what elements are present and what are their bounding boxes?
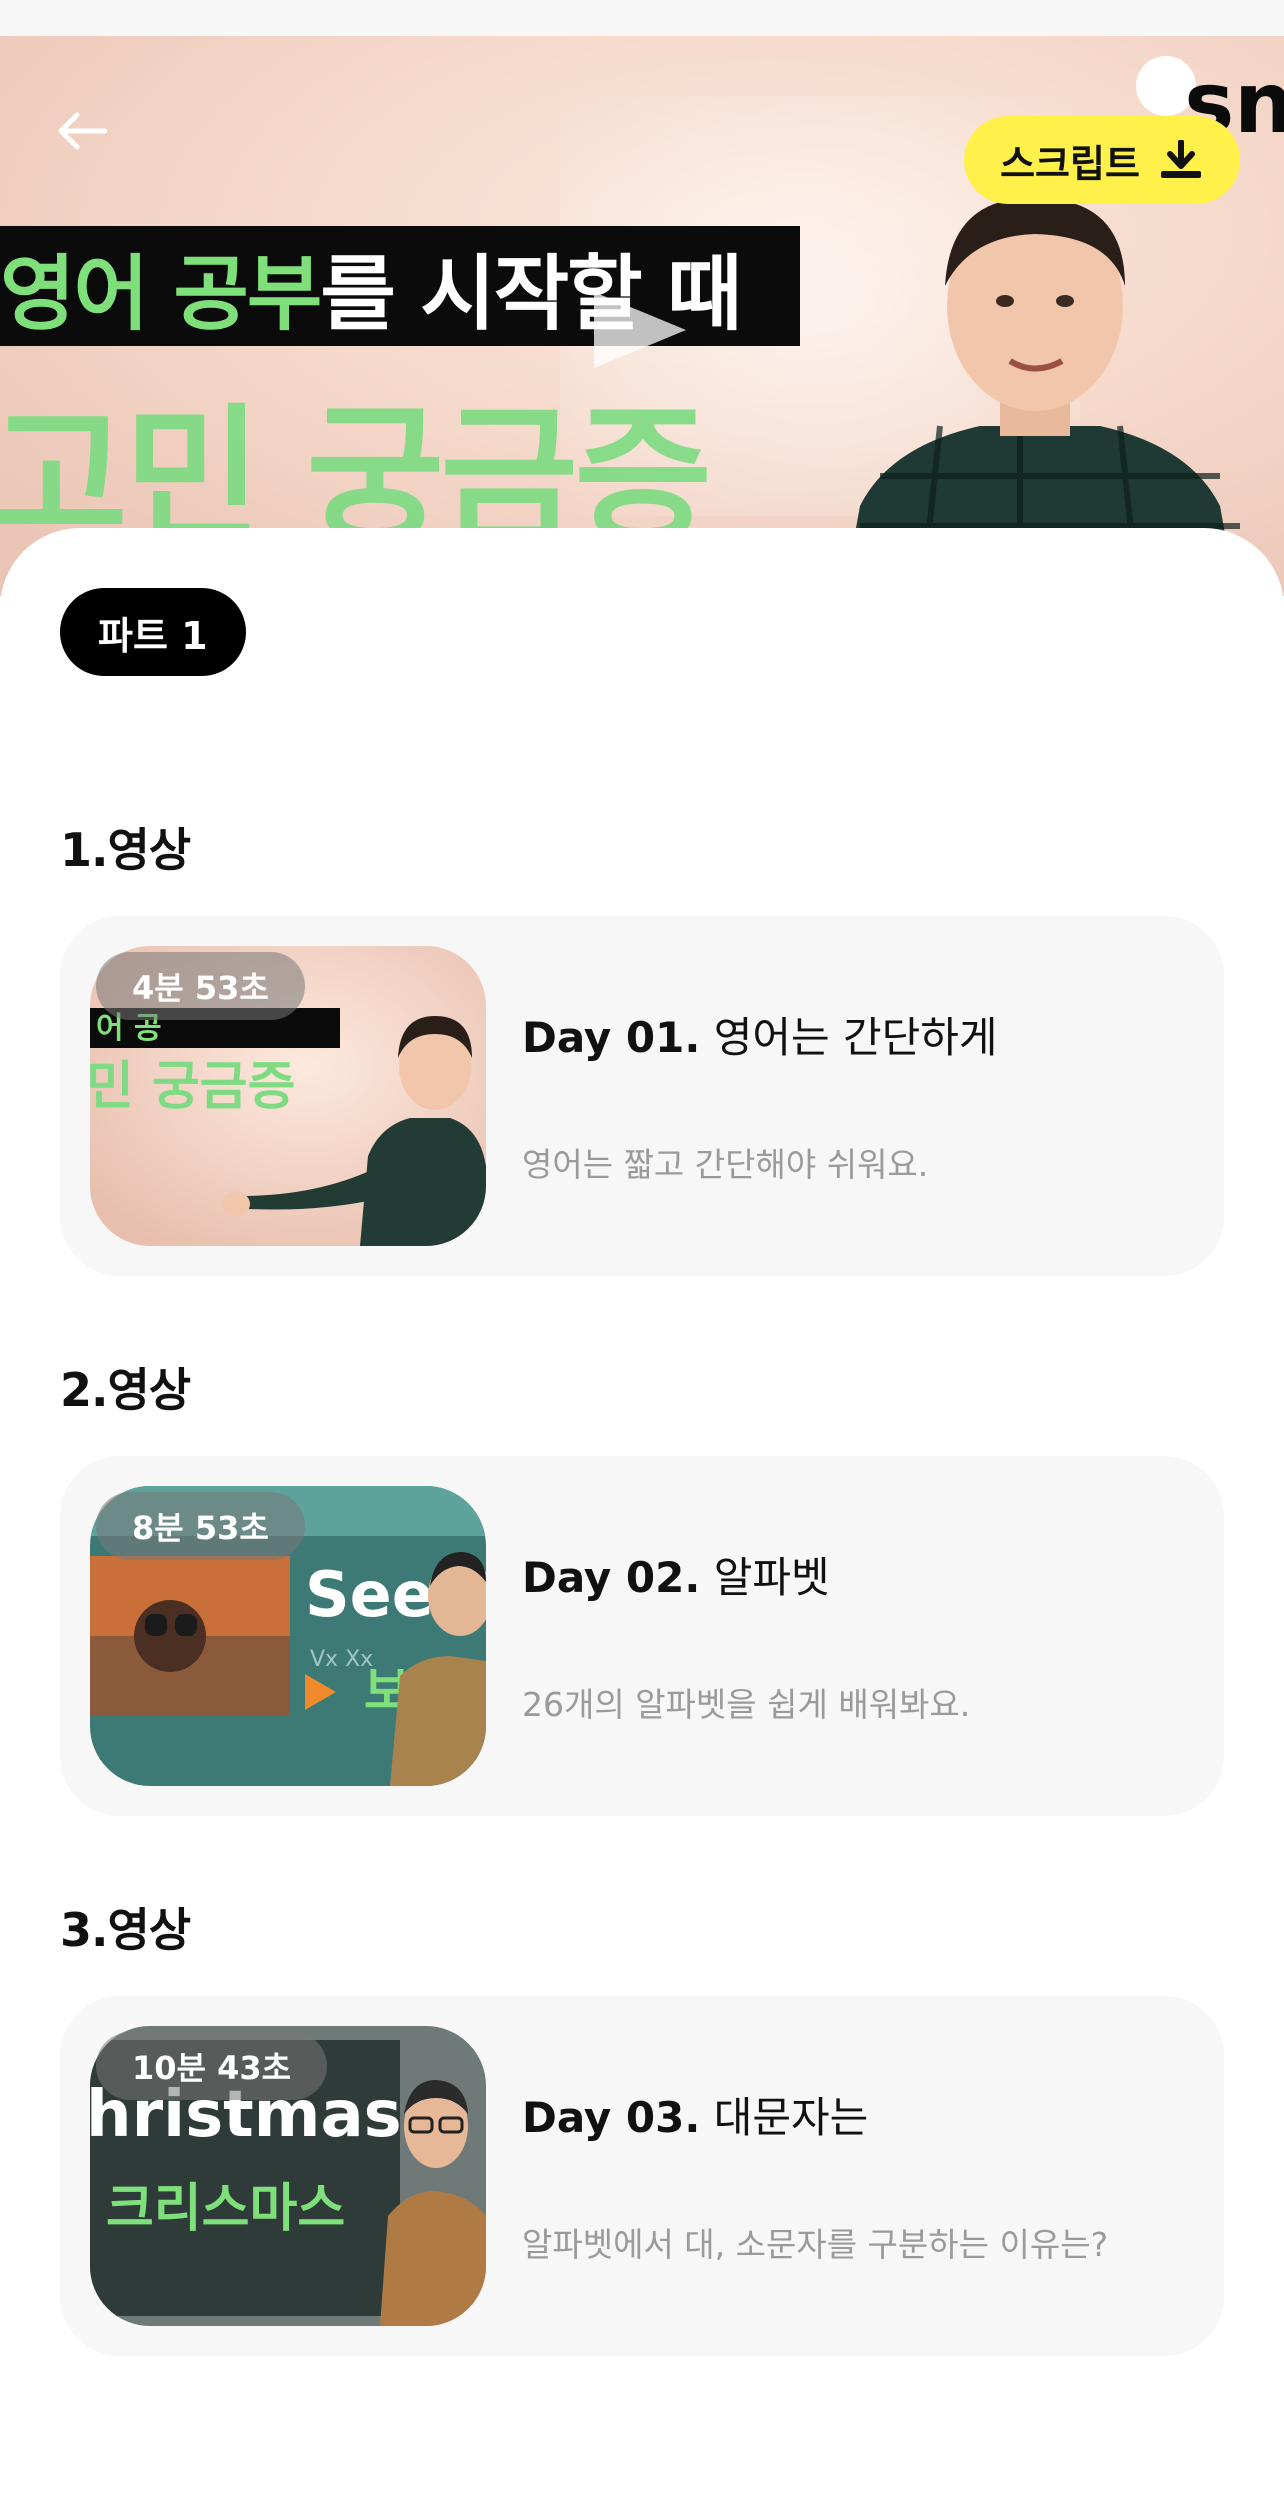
video-description: 영어는 짧고 간단해야 쉬워요. <box>522 1145 929 1184</box>
play-icon[interactable] <box>590 288 690 372</box>
download-icon <box>1160 140 1201 178</box>
section-title: 1.영상 <box>60 823 191 877</box>
part-badge: 파트 1 <box>60 588 246 676</box>
hero-headline-green: 영어 공부 <box>0 246 322 342</box>
duration-badge: 10분 43초 <box>96 2032 328 2100</box>
video-day: Day 03. <box>522 2093 701 2142</box>
video-day: Day 01. <box>522 1013 701 1062</box>
video-title: Day 03. 대문자는 <box>522 2084 868 2145</box>
status-bar <box>0 0 1284 36</box>
thumb-text: See <box>305 1558 434 1631</box>
back-button[interactable] <box>46 96 116 166</box>
video-card[interactable]: 어 공 민 궁금증 4분 53초 Day 01. 영어는 간단하게 영어는 짧고… <box>60 916 1224 1276</box>
duration-badge: 8분 53초 <box>96 1492 305 1560</box>
video-title: Day 01. 영어는 간단하게 <box>522 1004 998 1065</box>
video-title: Day 02. 알파벳 <box>522 1544 830 1605</box>
thumb-text: 민 궁금증 <box>90 1057 295 1117</box>
content-sheet: 파트 1 1.영상 어 공 민 궁금증 4분 53초 Day 01. 영어는 간… <box>0 528 1284 2498</box>
back-arrow-icon <box>58 112 107 150</box>
video-name: 대문자는 <box>713 2093 869 2142</box>
video-card[interactable]: hristmas 크리스마스 10분 43초 Day 03. 대문자는 알파벳에… <box>60 1996 1224 2356</box>
video-day: Day 02. <box>522 1553 701 1602</box>
video-name: 알파벳 <box>713 1553 830 1602</box>
video-name: 영어는 간단하게 <box>713 1013 998 1062</box>
script-download-button[interactable]: 스크립트 <box>964 116 1240 204</box>
script-button-label: 스크립트 <box>1000 141 1140 186</box>
video-hero[interactable]: 영어 공부 를 시작할 때 고민 궁금증 sn 스크립트 <box>0 36 1284 596</box>
video-card[interactable]: See Vx Xx 보다 8분 53초 Day 02. 알파벳 26개의 알파벳… <box>60 1456 1224 1816</box>
video-description: 26개의 알파벳을 쉽게 배워봐요. <box>522 1685 971 1724</box>
section-title: 3.영상 <box>60 1903 191 1957</box>
thumb-text-2: 크리스마스 <box>106 2179 345 2239</box>
duration-badge: 4분 53초 <box>96 952 305 1020</box>
video-description: 알파벳에서 대, 소문자를 구분하는 이유는? <box>522 2225 1109 2264</box>
section-title: 2.영상 <box>60 1363 191 1417</box>
